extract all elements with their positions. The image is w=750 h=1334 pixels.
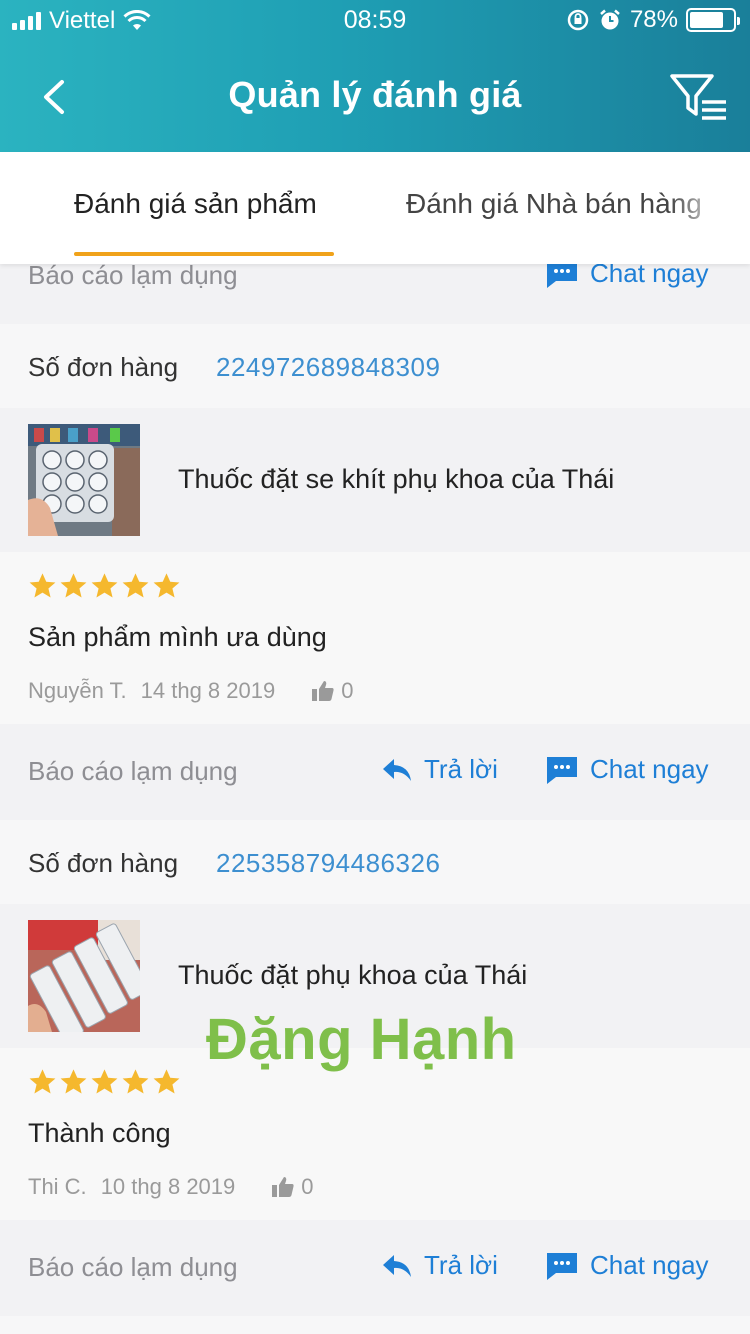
product-name: Thuốc đặt se khít phụ khoa của Thái [178,464,615,494]
review-date: 10 thg 8 2019 [100,1174,236,1199]
star-icon [29,1069,56,1094]
page-title: Quản lý đánh giá [228,74,522,115]
review-body: Sản phẩm mình ưa dùng Nguyễn T. 14 thg 8… [0,552,750,724]
reviewer-name: Thi C. [28,1174,87,1199]
product-name: Thuốc đặt phụ khoa của Thái [178,960,528,990]
chat-now-button[interactable]: Chat ngay [546,1250,709,1281]
next-order-row-partial [0,1316,750,1334]
order-number-label: Số đơn hàng [28,848,179,878]
chat-now-label: Chat ngay [590,1250,709,1280]
star-icon [60,573,87,598]
battery-percent: 78% [629,6,678,33]
review-body: Thành công Thi C. 10 thg 8 2019 0 [0,1048,750,1220]
rotation-lock-icon [567,9,589,31]
product-thumbnail [28,424,140,536]
star-icon [122,573,149,598]
status-right: 78% [566,6,740,34]
star-icon [60,1069,87,1094]
review-actions: Báo cáo lạm dụng Trả lời Chat ngay [0,724,750,820]
like-button[interactable]: 0 [271,1174,314,1200]
like-button[interactable]: 0 [311,678,353,704]
report-abuse-link[interactable]: Báo cáo lạm dụng [28,756,238,787]
like-count: 0 [301,1174,314,1199]
report-abuse-link[interactable]: Báo cáo lạm dụng [28,1252,238,1283]
star-icon [29,573,56,598]
reply-icon [383,758,411,781]
product-row[interactable]: Thuốc đặt se khít phụ khoa của Thái [0,408,750,552]
tab-bar: Đánh giá sản phẩm Đánh giá Nhà bán hàng [0,152,750,264]
app-header: Viettel 08:59 78% Quản lý đánh giá [0,0,750,152]
order-number-label: Số đơn hàng [28,352,179,382]
watermark-text: Đặng Hạnh [206,1007,517,1072]
tab-product-reviews[interactable]: Đánh giá sản phẩm [74,188,317,220]
review-actions: Báo cáo lạm dụng Trả lời Chat ngay [0,1220,750,1316]
review-date: 14 thg 8 2019 [140,678,276,703]
reply-button[interactable]: Trả lời [382,1250,498,1281]
reply-label: Trả lời [424,754,498,784]
report-abuse-link[interactable]: Báo cáo lạm dụng [28,260,238,291]
order-number-link[interactable]: 225358794486326 [216,848,440,879]
battery-icon [686,8,740,32]
review-meta: Nguyễn T. 14 thg 8 2019 0 [28,678,353,704]
chat-icon [547,756,577,784]
active-tab-indicator [74,252,334,256]
star-rating [28,1068,181,1096]
tab-seller-reviews[interactable]: Đánh giá Nhà bán hàng [406,188,702,220]
reply-icon [383,1254,411,1277]
chat-icon [547,1252,577,1280]
star-icon [153,1069,180,1094]
product-thumbnail [28,920,140,1032]
alarm-icon [600,9,620,30]
star-icon [91,573,118,598]
chat-now-label: Chat ngay [590,754,709,784]
chat-now-button[interactable]: Chat ngay [546,754,709,785]
order-row: Số đơn hàng 225358794486326 [0,820,750,904]
order-number-link[interactable]: 224972689848309 [216,352,440,383]
star-rating [28,572,181,600]
like-count: 0 [341,678,354,703]
star-icon [122,1069,149,1094]
order-row: Số đơn hàng 224972689848309 [0,324,750,408]
filter-icon[interactable] [668,70,730,124]
review-text: Thành công [28,1118,171,1148]
review-meta: Thi C. 10 thg 8 2019 0 [28,1174,314,1200]
review-text: Sản phẩm mình ưa dùng [28,622,327,652]
reply-button[interactable]: Trả lời [382,754,498,785]
tab-overflow-fade [670,152,750,264]
status-bar: Viettel 08:59 78% [0,0,750,40]
star-icon [91,1069,118,1094]
battery-fill [690,12,723,28]
reviewer-name: Nguyễn T. [28,678,127,703]
star-icon [153,573,180,598]
reply-label: Trả lời [424,1250,498,1280]
thumbs-up-icon [312,681,334,701]
thumbs-up-icon [272,1177,294,1197]
